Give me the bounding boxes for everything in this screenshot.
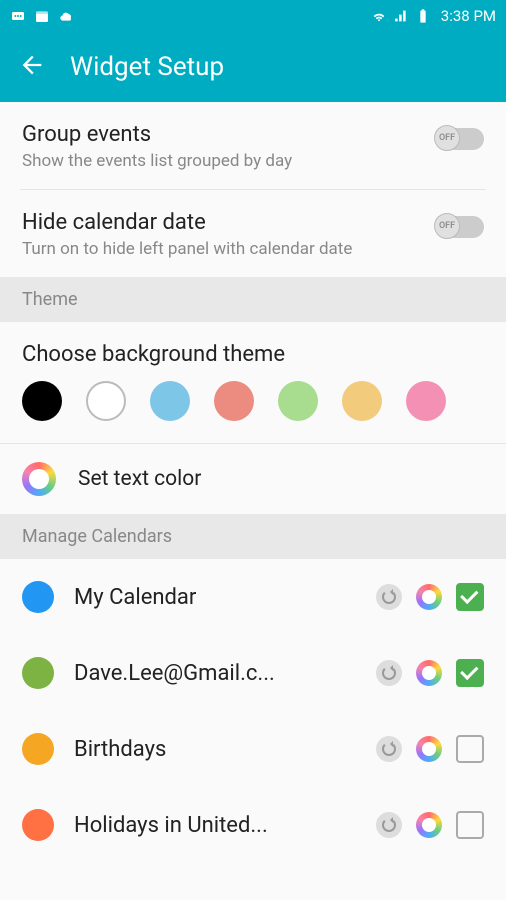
toggle-group-events[interactable]: OFF xyxy=(436,128,484,150)
calendar-actions xyxy=(376,583,484,611)
theme-color-swatch[interactable] xyxy=(406,381,446,421)
toggle-hide-date[interactable]: OFF xyxy=(436,216,484,238)
status-bar: 3:38 PM xyxy=(0,0,506,32)
calendar-checkbox[interactable] xyxy=(456,583,484,611)
calendar-actions xyxy=(376,735,484,763)
status-time: 3:38 PM xyxy=(441,7,496,25)
toggle-thumb: OFF xyxy=(434,213,460,239)
section-theme: Theme xyxy=(0,277,506,322)
choose-bg-label: Choose background theme xyxy=(0,322,506,381)
calendar-name: Dave.Lee@Gmail.c... xyxy=(74,661,356,686)
setting-subtitle: Turn on to hide left panel with calendar… xyxy=(22,239,436,259)
section-manage-calendars: Manage Calendars xyxy=(0,514,506,559)
color-picker-icon[interactable] xyxy=(416,660,442,686)
setting-title: Hide calendar date xyxy=(22,210,436,235)
calendar-item[interactable]: Birthdays xyxy=(0,711,506,787)
battery-icon xyxy=(415,8,431,24)
rainbow-icon xyxy=(22,462,56,496)
theme-color-row xyxy=(0,381,506,443)
sync-icon[interactable] xyxy=(376,736,402,762)
calendar-color-dot xyxy=(22,809,54,841)
theme-color-swatch[interactable] xyxy=(214,381,254,421)
set-text-color-label: Set text color xyxy=(78,467,201,491)
calendar-checkbox[interactable] xyxy=(456,659,484,687)
setting-group-events[interactable]: Group events Show the events list groupe… xyxy=(0,102,506,189)
back-button[interactable] xyxy=(18,51,46,83)
color-picker-icon[interactable] xyxy=(416,736,442,762)
calendar-status-icon xyxy=(34,8,50,24)
calendar-color-dot xyxy=(22,657,54,689)
setting-subtitle: Show the events list grouped by day xyxy=(22,151,436,171)
calendar-color-dot xyxy=(22,581,54,613)
calendar-name: Birthdays xyxy=(74,737,356,762)
theme-color-swatch[interactable] xyxy=(150,381,190,421)
sync-icon[interactable] xyxy=(376,812,402,838)
calendar-checkbox[interactable] xyxy=(456,735,484,763)
setting-title: Group events xyxy=(22,122,436,147)
app-bar: Widget Setup xyxy=(0,32,506,102)
calendar-name: Holidays in United... xyxy=(74,813,356,838)
calendar-name: My Calendar xyxy=(74,585,356,610)
theme-color-swatch[interactable] xyxy=(86,381,126,421)
calendar-list: My Calendar Dave.Lee@Gmail.c... Birthdays H… xyxy=(0,559,506,863)
calendar-actions xyxy=(376,811,484,839)
set-text-color-button[interactable]: Set text color xyxy=(0,443,506,514)
theme-color-swatch[interactable] xyxy=(22,381,62,421)
calendar-item[interactable]: Holidays in United... xyxy=(0,787,506,863)
sync-icon[interactable] xyxy=(376,660,402,686)
calendar-color-dot xyxy=(22,733,54,765)
color-picker-icon[interactable] xyxy=(416,584,442,610)
calendar-item[interactable]: My Calendar xyxy=(0,559,506,635)
back-arrow-icon xyxy=(18,51,46,79)
theme-color-swatch[interactable] xyxy=(278,381,318,421)
calendar-item[interactable]: Dave.Lee@Gmail.c... xyxy=(0,635,506,711)
calendar-checkbox[interactable] xyxy=(456,811,484,839)
toggle-thumb: OFF xyxy=(434,125,460,151)
calendar-actions xyxy=(376,659,484,687)
setting-hide-date[interactable]: Hide calendar date Turn on to hide left … xyxy=(0,190,506,277)
notification-icon xyxy=(10,8,26,24)
color-picker-icon[interactable] xyxy=(416,812,442,838)
cloud-icon xyxy=(58,8,74,24)
theme-color-swatch[interactable] xyxy=(342,381,382,421)
sync-icon[interactable] xyxy=(376,584,402,610)
page-title: Widget Setup xyxy=(70,52,224,82)
signal-icon xyxy=(393,8,409,24)
wifi-icon xyxy=(371,8,387,24)
